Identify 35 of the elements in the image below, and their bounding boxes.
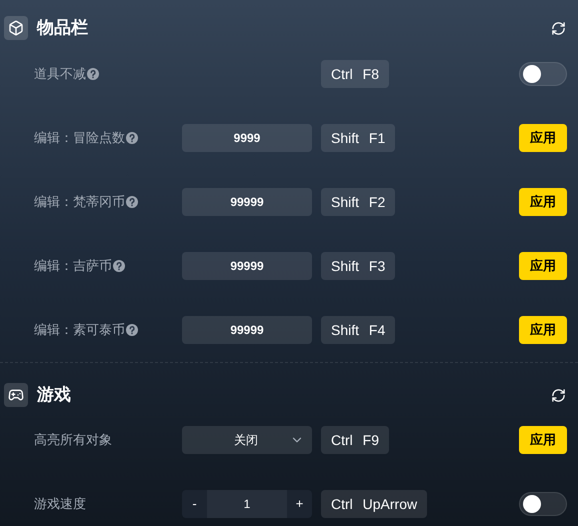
number-field[interactable]: 99999 xyxy=(182,252,312,280)
hotkey-badge: Shift F3 xyxy=(321,252,396,280)
toggle-switch[interactable] xyxy=(519,492,567,516)
setting-label: 编辑：梵蒂冈币 xyxy=(34,193,125,212)
number-field[interactable]: 9999 xyxy=(182,124,312,152)
hotkey-badge: Shift F2 xyxy=(321,188,396,216)
apply-button[interactable]: 应用 xyxy=(519,252,567,280)
apply-button[interactable]: 应用 xyxy=(519,316,567,344)
toggle-switch[interactable] xyxy=(519,62,567,86)
hotkey-badge: Shift F1 xyxy=(321,124,396,152)
apply-button[interactable]: 应用 xyxy=(519,426,567,454)
setting-label: 编辑：素可泰币 xyxy=(34,321,125,340)
setting-label: 高亮所有对象 xyxy=(34,431,112,450)
setting-label: 游戏速度 xyxy=(34,495,86,514)
apply-button[interactable]: 应用 xyxy=(519,188,567,216)
setting-label: 编辑：冒险点数 xyxy=(34,129,125,148)
setting-label: 道具不减 xyxy=(34,65,86,84)
number-field[interactable]: 99999 xyxy=(182,316,312,344)
increment-button[interactable]: + xyxy=(287,490,312,518)
hotkey-badge: Shift F4 xyxy=(321,316,396,344)
dropdown[interactable]: 关闭 xyxy=(182,426,312,454)
hotkey-badge: Ctrl F9 xyxy=(321,426,389,454)
cube-icon xyxy=(4,16,28,40)
number-field[interactable]: 99999 xyxy=(182,188,312,216)
apply-button[interactable]: 应用 xyxy=(519,124,567,152)
section-title: 物品栏 xyxy=(37,17,88,40)
section-title: 游戏 xyxy=(37,384,71,406)
refresh-icon[interactable] xyxy=(551,388,566,402)
decrement-button[interactable]: - xyxy=(182,490,207,518)
number-field[interactable]: 1 xyxy=(207,490,287,518)
setting-label: 编辑：吉萨币 xyxy=(34,257,112,276)
hotkey-badge: Ctrl F8 xyxy=(321,60,389,88)
hotkey-badge: Ctrl UpArrow xyxy=(321,490,428,518)
gamepad-icon xyxy=(4,383,28,407)
refresh-icon[interactable] xyxy=(551,20,566,36)
